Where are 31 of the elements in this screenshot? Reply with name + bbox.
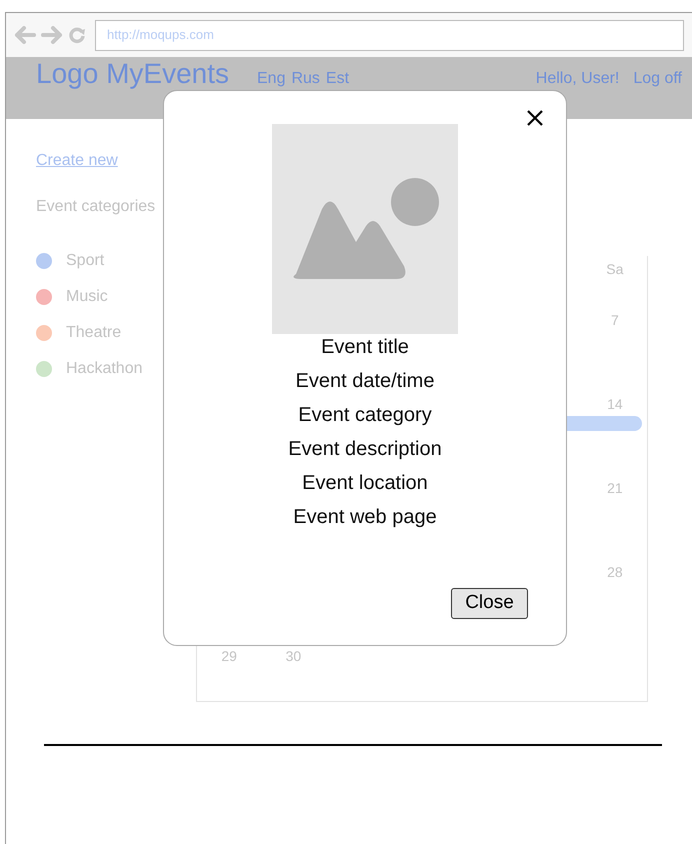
event-field-label: Event description (288, 437, 442, 462)
day-number: 29 (221, 648, 237, 664)
close-icon[interactable] (526, 109, 544, 127)
category-label[interactable]: Theatre (66, 321, 122, 345)
event-field-label: Event web page (293, 505, 437, 530)
event-field-label: Event title (321, 335, 409, 360)
event-field-label: Event location (302, 471, 428, 496)
create-new-link[interactable]: Create new (36, 149, 156, 173)
back-arrow-icon[interactable] (14, 26, 36, 44)
language-link[interactable]: Eng (257, 70, 286, 88)
address-field[interactable]: http://moqups.com (95, 20, 684, 50)
day-number: 14 (607, 396, 623, 412)
greeting-text: Hello, User! (536, 70, 620, 88)
close-button[interactable]: Close (451, 588, 528, 619)
day-number: 28 (607, 564, 623, 580)
category-label[interactable]: Hackathon (66, 357, 142, 381)
day-number: 21 (607, 480, 623, 496)
event-field-label: Event date/time (296, 369, 434, 394)
logo-text: Logo MyEvents (36, 59, 229, 89)
day-number: 30 (286, 648, 302, 664)
language-link[interactable]: Est (326, 70, 350, 88)
language-link[interactable]: Rus (291, 70, 320, 88)
reload-icon[interactable] (68, 26, 86, 44)
forward-arrow-icon[interactable] (41, 26, 63, 44)
category-label[interactable]: Sport (66, 249, 104, 273)
event-field-label: Event category (298, 403, 432, 428)
log-off-link[interactable]: Log off (633, 70, 682, 88)
day-number: 7 (610, 312, 619, 328)
category-label[interactable]: Music (66, 285, 108, 309)
categories-heading: Event categories (36, 197, 156, 217)
weekday-label: Sa (606, 261, 624, 277)
